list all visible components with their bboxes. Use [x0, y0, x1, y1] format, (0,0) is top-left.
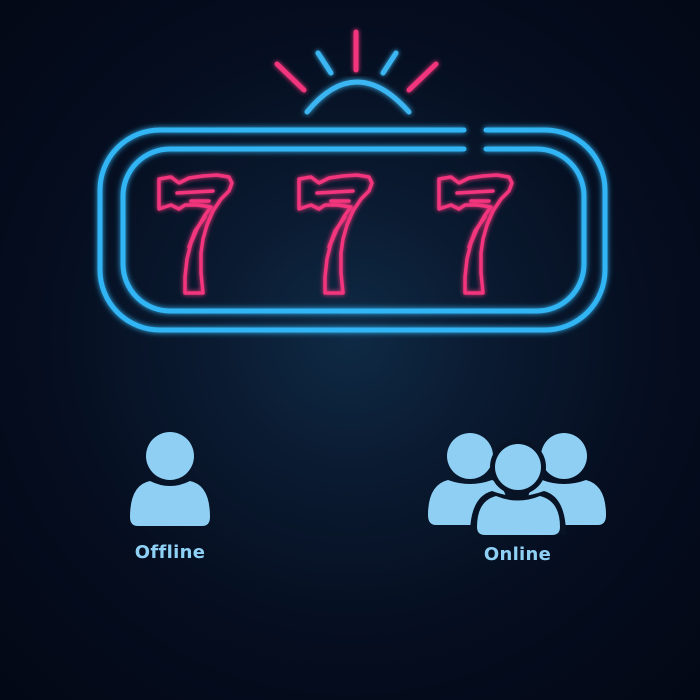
slot-frame — [97, 127, 608, 333]
reel-symbols — [157, 173, 514, 295]
online-mode-button[interactable]: Online — [420, 425, 615, 575]
single-user-icon — [130, 432, 210, 526]
user-group-icon — [428, 433, 606, 535]
seven-symbol-3 — [437, 173, 514, 295]
offline-mode-button[interactable]: Offline — [110, 425, 230, 575]
neon-777-logo — [97, 29, 608, 333]
offline-label: Offline — [134, 542, 206, 563]
seven-symbol-2 — [297, 173, 374, 295]
online-label: Online — [483, 544, 552, 565]
sun-arc-icon — [304, 79, 412, 115]
seven-symbol-1 — [157, 173, 234, 295]
